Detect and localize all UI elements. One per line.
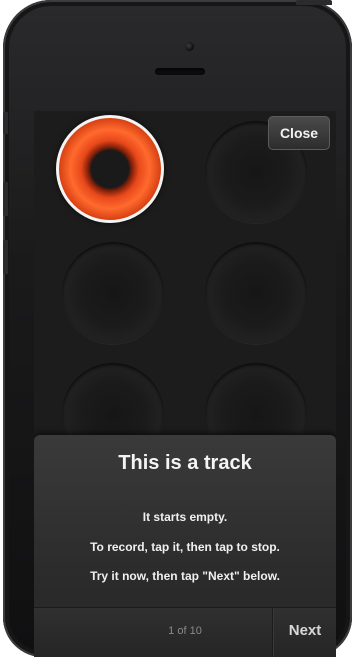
volume-down-button [3,240,8,274]
track-pad-4[interactable] [205,242,307,344]
track-pad-1[interactable] [56,115,164,223]
earpiece-speaker [155,68,205,75]
power-button [296,0,332,5]
tutorial-footer: 1 of 10 Next [34,607,336,657]
tutorial-line-3: Try it now, then tap "Next" below. [90,569,280,583]
tutorial-title: This is a track [118,452,252,474]
front-camera [185,42,194,51]
tutorial-line-1: It starts empty. [142,510,228,524]
tutorial-dialog: This is a track It starts empty. To reco… [34,435,336,657]
app-screen: Close This is a track It starts empty. T… [34,111,336,657]
next-button[interactable]: Next [274,608,336,657]
close-button[interactable]: Close [268,116,330,150]
footer-divider [272,608,273,657]
track-pad-3[interactable] [62,242,164,344]
volume-up-button [3,182,8,216]
mute-switch [3,112,8,134]
tutorial-line-2: To record, tap it, then tap to stop. [90,540,280,554]
phone-device-frame: Close This is a track It starts empty. T… [3,0,352,657]
